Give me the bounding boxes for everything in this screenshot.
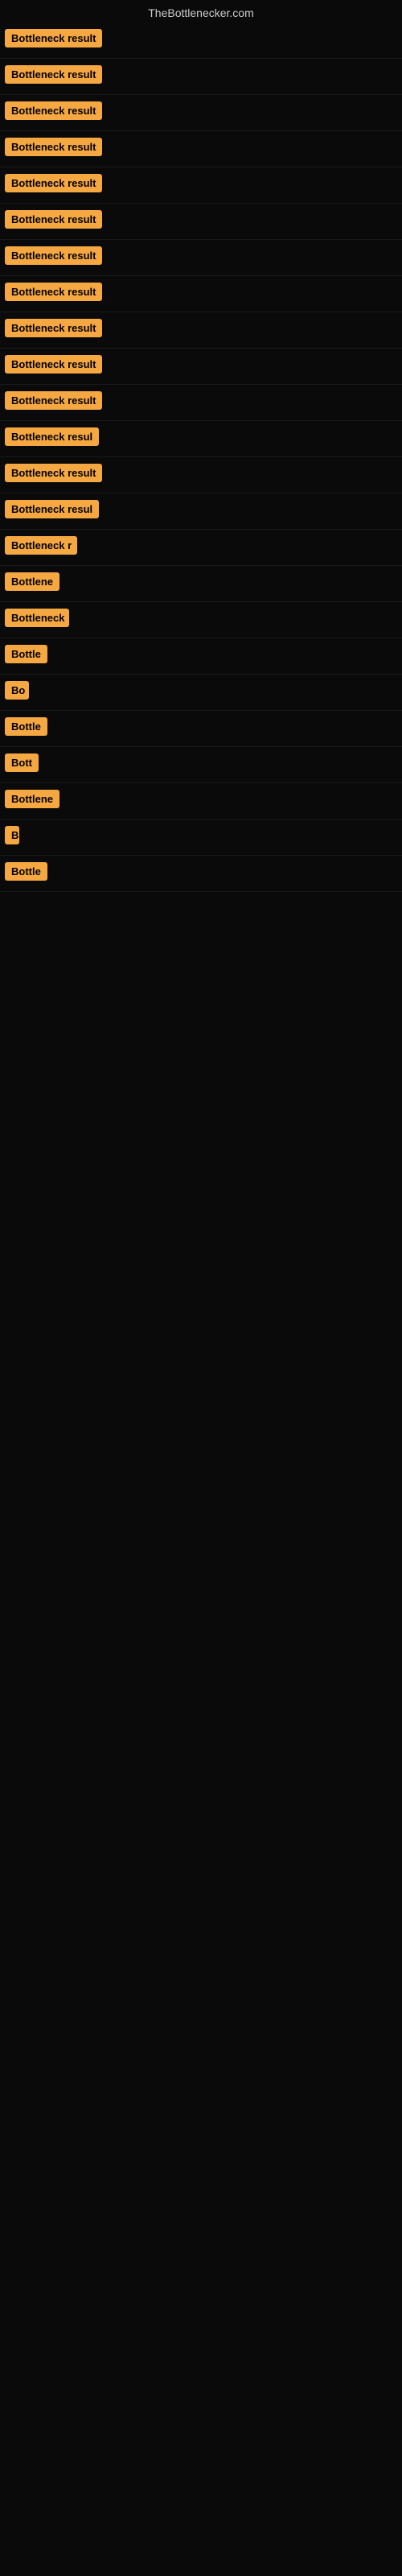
bottleneck-badge[interactable]: Bottleneck bbox=[5, 609, 69, 627]
result-row: Bottleneck result bbox=[0, 204, 402, 240]
bottleneck-badge[interactable]: Bottle bbox=[5, 645, 47, 663]
result-row: Bottle bbox=[0, 856, 402, 892]
result-row: Bottleneck resul bbox=[0, 421, 402, 457]
bottleneck-badge[interactable]: Bottleneck result bbox=[5, 101, 102, 120]
result-row: Bottlene bbox=[0, 783, 402, 819]
result-row: Bottleneck bbox=[0, 602, 402, 638]
result-row: Bottleneck result bbox=[0, 312, 402, 349]
result-row: Bottleneck result bbox=[0, 131, 402, 167]
bottleneck-badge[interactable]: Bottleneck result bbox=[5, 246, 102, 265]
bottleneck-badge[interactable]: Bottleneck result bbox=[5, 464, 102, 482]
bottleneck-badge[interactable]: Bottleneck resul bbox=[5, 427, 99, 446]
result-row: Bottleneck result bbox=[0, 23, 402, 59]
bottleneck-badge[interactable]: Bottlene bbox=[5, 790, 59, 808]
result-row: Bottleneck result bbox=[0, 95, 402, 131]
result-row: Bott bbox=[0, 747, 402, 783]
result-row: Bottleneck result bbox=[0, 385, 402, 421]
result-row: Bottleneck result bbox=[0, 167, 402, 204]
result-row: Bottleneck result bbox=[0, 59, 402, 95]
results-list: Bottleneck result Bottleneck result Bottle… bbox=[0, 23, 402, 892]
result-row: Bottleneck result bbox=[0, 240, 402, 276]
result-row: Bottleneck result bbox=[0, 349, 402, 385]
result-row: Bottleneck result bbox=[0, 457, 402, 493]
bottleneck-badge[interactable]: Bottleneck result bbox=[5, 283, 102, 301]
bottleneck-badge[interactable]: Bottle bbox=[5, 862, 47, 881]
result-row: Bottlene bbox=[0, 566, 402, 602]
bottleneck-badge[interactable]: Bottleneck result bbox=[5, 29, 102, 47]
bottleneck-badge[interactable]: Bottleneck result bbox=[5, 355, 102, 374]
bottleneck-badge[interactable]: Bott bbox=[5, 753, 39, 772]
bottleneck-badge[interactable]: Bottleneck result bbox=[5, 391, 102, 410]
bottleneck-badge[interactable]: Bottleneck result bbox=[5, 210, 102, 229]
site-header: TheBottlenecker.com bbox=[0, 0, 402, 23]
result-row: Bottle bbox=[0, 638, 402, 675]
result-row: Bottleneck result bbox=[0, 276, 402, 312]
bottleneck-badge[interactable]: Bo bbox=[5, 681, 29, 700]
bottleneck-badge[interactable]: B bbox=[5, 826, 19, 844]
bottleneck-badge[interactable]: Bottleneck result bbox=[5, 65, 102, 84]
bottleneck-badge[interactable]: Bottle bbox=[5, 717, 47, 736]
result-row: Bo bbox=[0, 675, 402, 711]
bottleneck-badge[interactable]: Bottlene bbox=[5, 572, 59, 591]
result-row: Bottleneck resul bbox=[0, 493, 402, 530]
site-title: TheBottlenecker.com bbox=[0, 0, 402, 23]
bottleneck-badge[interactable]: Bottleneck resul bbox=[5, 500, 99, 518]
result-row: B bbox=[0, 819, 402, 856]
bottleneck-badge[interactable]: Bottleneck r bbox=[5, 536, 77, 555]
bottleneck-badge[interactable]: Bottleneck result bbox=[5, 174, 102, 192]
result-row: Bottle bbox=[0, 711, 402, 747]
bottleneck-badge[interactable]: Bottleneck result bbox=[5, 319, 102, 337]
bottleneck-badge[interactable]: Bottleneck result bbox=[5, 138, 102, 156]
result-row: Bottleneck r bbox=[0, 530, 402, 566]
